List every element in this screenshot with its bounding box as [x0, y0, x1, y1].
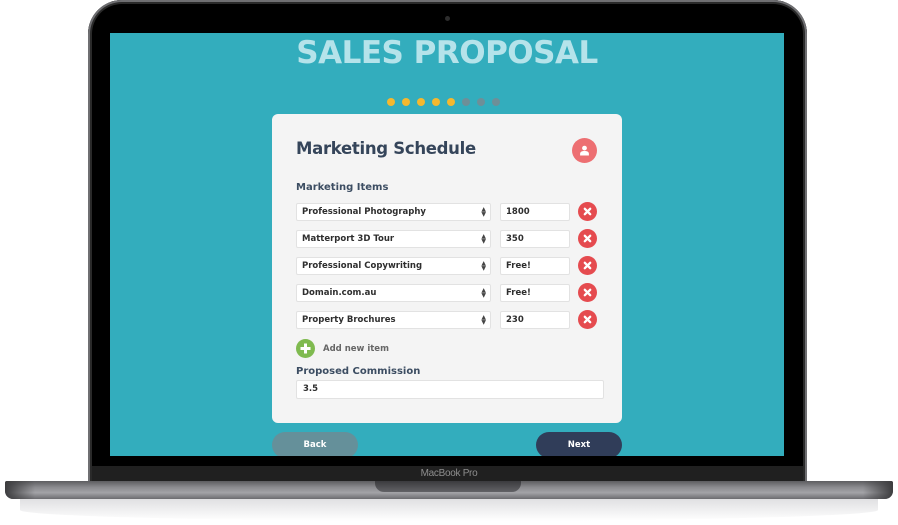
close-icon: [583, 207, 592, 216]
close-icon: [583, 288, 592, 297]
select-arrows-icon: ▲ ▼: [481, 260, 486, 272]
marketing-items-label: Marketing Items: [296, 182, 389, 193]
marketing-item-select[interactable]: Professional Photography ▲ ▼: [296, 203, 491, 221]
remove-item-button[interactable]: [578, 229, 597, 248]
marketing-item-select[interactable]: Matterport 3D Tour ▲ ▼: [296, 230, 491, 248]
marketing-item-name: Professional Copywriting: [302, 261, 423, 271]
close-icon: [583, 315, 592, 324]
step-dot-pending: [492, 98, 500, 106]
select-arrows-icon: ▲ ▼: [481, 233, 486, 245]
commission-label: Proposed Commission: [296, 366, 421, 377]
select-arrows-icon: ▲ ▼: [481, 314, 486, 326]
step-dot-complete: [447, 98, 455, 106]
add-new-item-button[interactable]: Add new item: [296, 339, 389, 358]
remove-item-button[interactable]: [578, 310, 597, 329]
marketing-item-select[interactable]: Domain.com.au ▲ ▼: [296, 284, 491, 302]
marketing-item-value-input[interactable]: 350: [500, 230, 570, 248]
marketing-item-name: Professional Photography: [302, 207, 426, 217]
close-icon: [583, 261, 592, 270]
marketing-item-row: Property Brochures ▲ ▼ 230: [296, 310, 598, 329]
select-arrows-icon: ▲ ▼: [481, 206, 486, 218]
camera-icon: [445, 16, 450, 21]
laptop-shadow: [20, 499, 878, 521]
form-card: Marketing Schedule Marketing Items Profe…: [272, 114, 622, 423]
commission-input[interactable]: 3.5: [296, 380, 604, 399]
user-icon: [580, 145, 589, 156]
laptop-notch: [375, 481, 521, 492]
step-dot-pending: [477, 98, 485, 106]
remove-item-button[interactable]: [578, 283, 597, 302]
marketing-item-row: Professional Photography ▲ ▼ 1800: [296, 202, 598, 221]
screen: SALES PROPOSAL Marketing Schedule Market…: [110, 33, 784, 456]
select-arrows-icon: ▲ ▼: [481, 287, 486, 299]
marketing-item-value-input[interactable]: 1800: [500, 203, 570, 221]
back-button[interactable]: Back: [272, 432, 358, 456]
marketing-item-value-input[interactable]: Free!: [500, 257, 570, 275]
plus-icon[interactable]: [296, 339, 315, 358]
marketing-item-row: Domain.com.au ▲ ▼ Free!: [296, 283, 598, 302]
card-title: Marketing Schedule: [296, 139, 476, 158]
step-progress: [387, 98, 500, 106]
step-dot-pending: [462, 98, 470, 106]
marketing-item-select[interactable]: Property Brochures ▲ ▼: [296, 311, 491, 329]
step-dot-complete: [402, 98, 410, 106]
marketing-item-value-input[interactable]: 230: [500, 311, 570, 329]
marketing-item-name: Matterport 3D Tour: [302, 234, 395, 244]
remove-item-button[interactable]: [578, 256, 597, 275]
marketing-item-select[interactable]: Professional Copywriting ▲ ▼: [296, 257, 491, 275]
step-dot-complete: [432, 98, 440, 106]
remove-item-button[interactable]: [578, 202, 597, 221]
device-label: MacBook Pro: [420, 468, 478, 479]
close-icon: [583, 234, 592, 243]
add-new-item-label: Add new item: [323, 343, 389, 354]
page-title: SALES PROPOSAL: [296, 35, 598, 71]
step-dot-complete: [417, 98, 425, 106]
marketing-item-name: Domain.com.au: [302, 288, 377, 298]
avatar[interactable]: [572, 138, 597, 163]
step-dot-complete: [387, 98, 395, 106]
marketing-item-value-input[interactable]: Free!: [500, 284, 570, 302]
marketing-item-row: Matterport 3D Tour ▲ ▼ 350: [296, 229, 598, 248]
next-button[interactable]: Next: [536, 432, 622, 456]
marketing-item-name: Property Brochures: [302, 315, 396, 325]
marketing-item-row: Professional Copywriting ▲ ▼ Free!: [296, 256, 598, 275]
